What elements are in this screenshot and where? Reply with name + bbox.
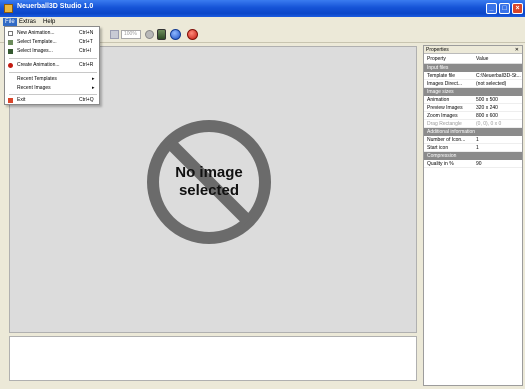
property-value[interactable]: 320 x 240: [476, 104, 522, 111]
zoom-fit-icon[interactable]: [145, 30, 154, 39]
property-key: Images Direct...: [427, 81, 463, 87]
menu-item-exit[interactable]: Exit Ctrl+Q: [5, 96, 99, 105]
property-value[interactable]: 1: [476, 144, 522, 151]
property-key: Template file: [427, 73, 456, 79]
property-key: Animation: [427, 97, 450, 103]
property-row[interactable]: Zoom Images 800 x 600: [424, 112, 522, 120]
create-icon: [8, 63, 13, 68]
properties-header: Property Value: [424, 54, 522, 64]
menu-item-select-images[interactable]: Select Images... Ctrl+I: [5, 47, 99, 56]
col-property: Property: [427, 56, 446, 62]
menu-item-shortcut: Ctrl+I: [79, 48, 92, 54]
menu-item-label: Exit: [17, 97, 26, 103]
menu-item-recent-images[interactable]: Recent Images ▸: [5, 84, 99, 93]
property-value[interactable]: 1: [476, 136, 522, 143]
property-value[interactable]: (0, 0), 0 x 0: [476, 120, 522, 127]
menu-separator: [9, 58, 97, 59]
app-icon: [4, 4, 13, 13]
menu-separator: [9, 72, 97, 73]
property-key: Number of Icon...: [427, 137, 466, 143]
property-value[interactable]: 90: [476, 160, 522, 167]
menu-item-shortcut: Ctrl+N: [79, 30, 94, 36]
properties-title-label: Properties: [426, 47, 449, 53]
zoom-field[interactable]: 100%: [121, 30, 141, 39]
property-category[interactable]: Compression: [424, 152, 522, 160]
property-row[interactable]: Animation 500 x 500: [424, 96, 522, 104]
property-value[interactable]: 500 x 500: [476, 96, 522, 103]
menu-item-label: Select Images...: [17, 48, 53, 54]
property-row[interactable]: Preview Images 320 x 240: [424, 104, 522, 112]
preview-panel[interactable]: [9, 336, 417, 381]
placeholder-line-2: selected: [178, 182, 240, 199]
stop-icon[interactable]: [187, 29, 198, 40]
property-category[interactable]: Input files: [424, 64, 522, 72]
menu-item-shortcut: Ctrl+R: [79, 62, 94, 68]
menu-item-create-animation[interactable]: Create Animation... Ctrl+R: [5, 61, 99, 70]
col-value: Value: [476, 56, 489, 62]
submenu-arrow-icon: ▸: [92, 85, 95, 91]
menu-item-shortcut: Ctrl+T: [79, 39, 93, 45]
property-key: Quality in %: [427, 161, 454, 167]
minimize-button[interactable]: _: [486, 3, 497, 14]
window-title: Neuerball3D Studio 1.0: [17, 3, 94, 10]
images-icon: [8, 49, 13, 54]
menu-extras[interactable]: Extras: [17, 18, 38, 26]
submenu-arrow-icon: ▸: [92, 76, 95, 82]
file-menu-dropdown: New Animation... Ctrl+N Select Template.…: [4, 26, 100, 105]
menu-item-label: Recent Templates: [17, 76, 57, 82]
maximize-button[interactable]: □: [499, 3, 510, 14]
property-key: Start icon: [427, 145, 449, 151]
property-category[interactable]: Image sizes: [424, 88, 522, 96]
info-icon[interactable]: [170, 29, 181, 40]
placeholder-line-1: No image: [175, 164, 243, 181]
properties-grid: Input files Template file C:\Neuerball3D-S…: [424, 64, 522, 168]
title-bar: Neuerball3D Studio 1.0 _ □ ×: [0, 0, 525, 17]
property-value[interactable]: 800 x 600: [476, 112, 522, 119]
property-row[interactable]: Images Direct... (not selected): [424, 80, 522, 88]
property-row[interactable]: Drag Rectangle (0, 0), 0 x 0: [424, 120, 522, 128]
template-icon[interactable]: [157, 29, 166, 40]
no-image-placeholder: No image selected: [146, 119, 272, 245]
property-row[interactable]: Quality in % 90: [424, 160, 522, 168]
properties-title: Properties ✕: [424, 46, 522, 54]
property-row[interactable]: Start icon 1: [424, 144, 522, 152]
property-key: Drag Rectangle: [427, 121, 462, 127]
properties-panel: Properties ✕ Property Value Input files T…: [423, 45, 523, 386]
close-button[interactable]: ×: [512, 3, 523, 14]
menu-item-recent-templates[interactable]: Recent Templates ▸: [5, 75, 99, 84]
menu-item-new-animation[interactable]: New Animation... Ctrl+N: [5, 29, 99, 38]
menu-item-select-template[interactable]: Select Template... Ctrl+T: [5, 38, 99, 47]
property-value[interactable]: C:\Neuerball3D-St...: [476, 72, 522, 79]
property-row[interactable]: Template file C:\Neuerball3D-St...: [424, 72, 522, 80]
new-doc-icon: [8, 31, 13, 36]
property-row[interactable]: Number of Icon... 1: [424, 136, 522, 144]
menu-help[interactable]: Help: [41, 18, 57, 26]
menu-separator: [9, 94, 97, 95]
menu-item-label: New Animation...: [17, 30, 55, 36]
menu-item-label: Create Animation...: [17, 62, 60, 68]
menu-file[interactable]: File: [3, 18, 17, 26]
property-key: Zoom Images: [427, 113, 458, 119]
exit-icon: [8, 98, 13, 103]
property-category[interactable]: Additional information: [424, 128, 522, 136]
menu-item-label: Select Template...: [17, 39, 57, 45]
menu-item-label: Recent Images: [17, 85, 51, 91]
menu-item-shortcut: Ctrl+Q: [79, 97, 94, 103]
pin-icon[interactable]: ✕: [515, 46, 519, 54]
zoom-icon[interactable]: [110, 30, 119, 39]
property-value[interactable]: (not selected): [476, 80, 522, 87]
property-key: Preview Images: [427, 105, 463, 111]
template-icon: [8, 40, 13, 45]
